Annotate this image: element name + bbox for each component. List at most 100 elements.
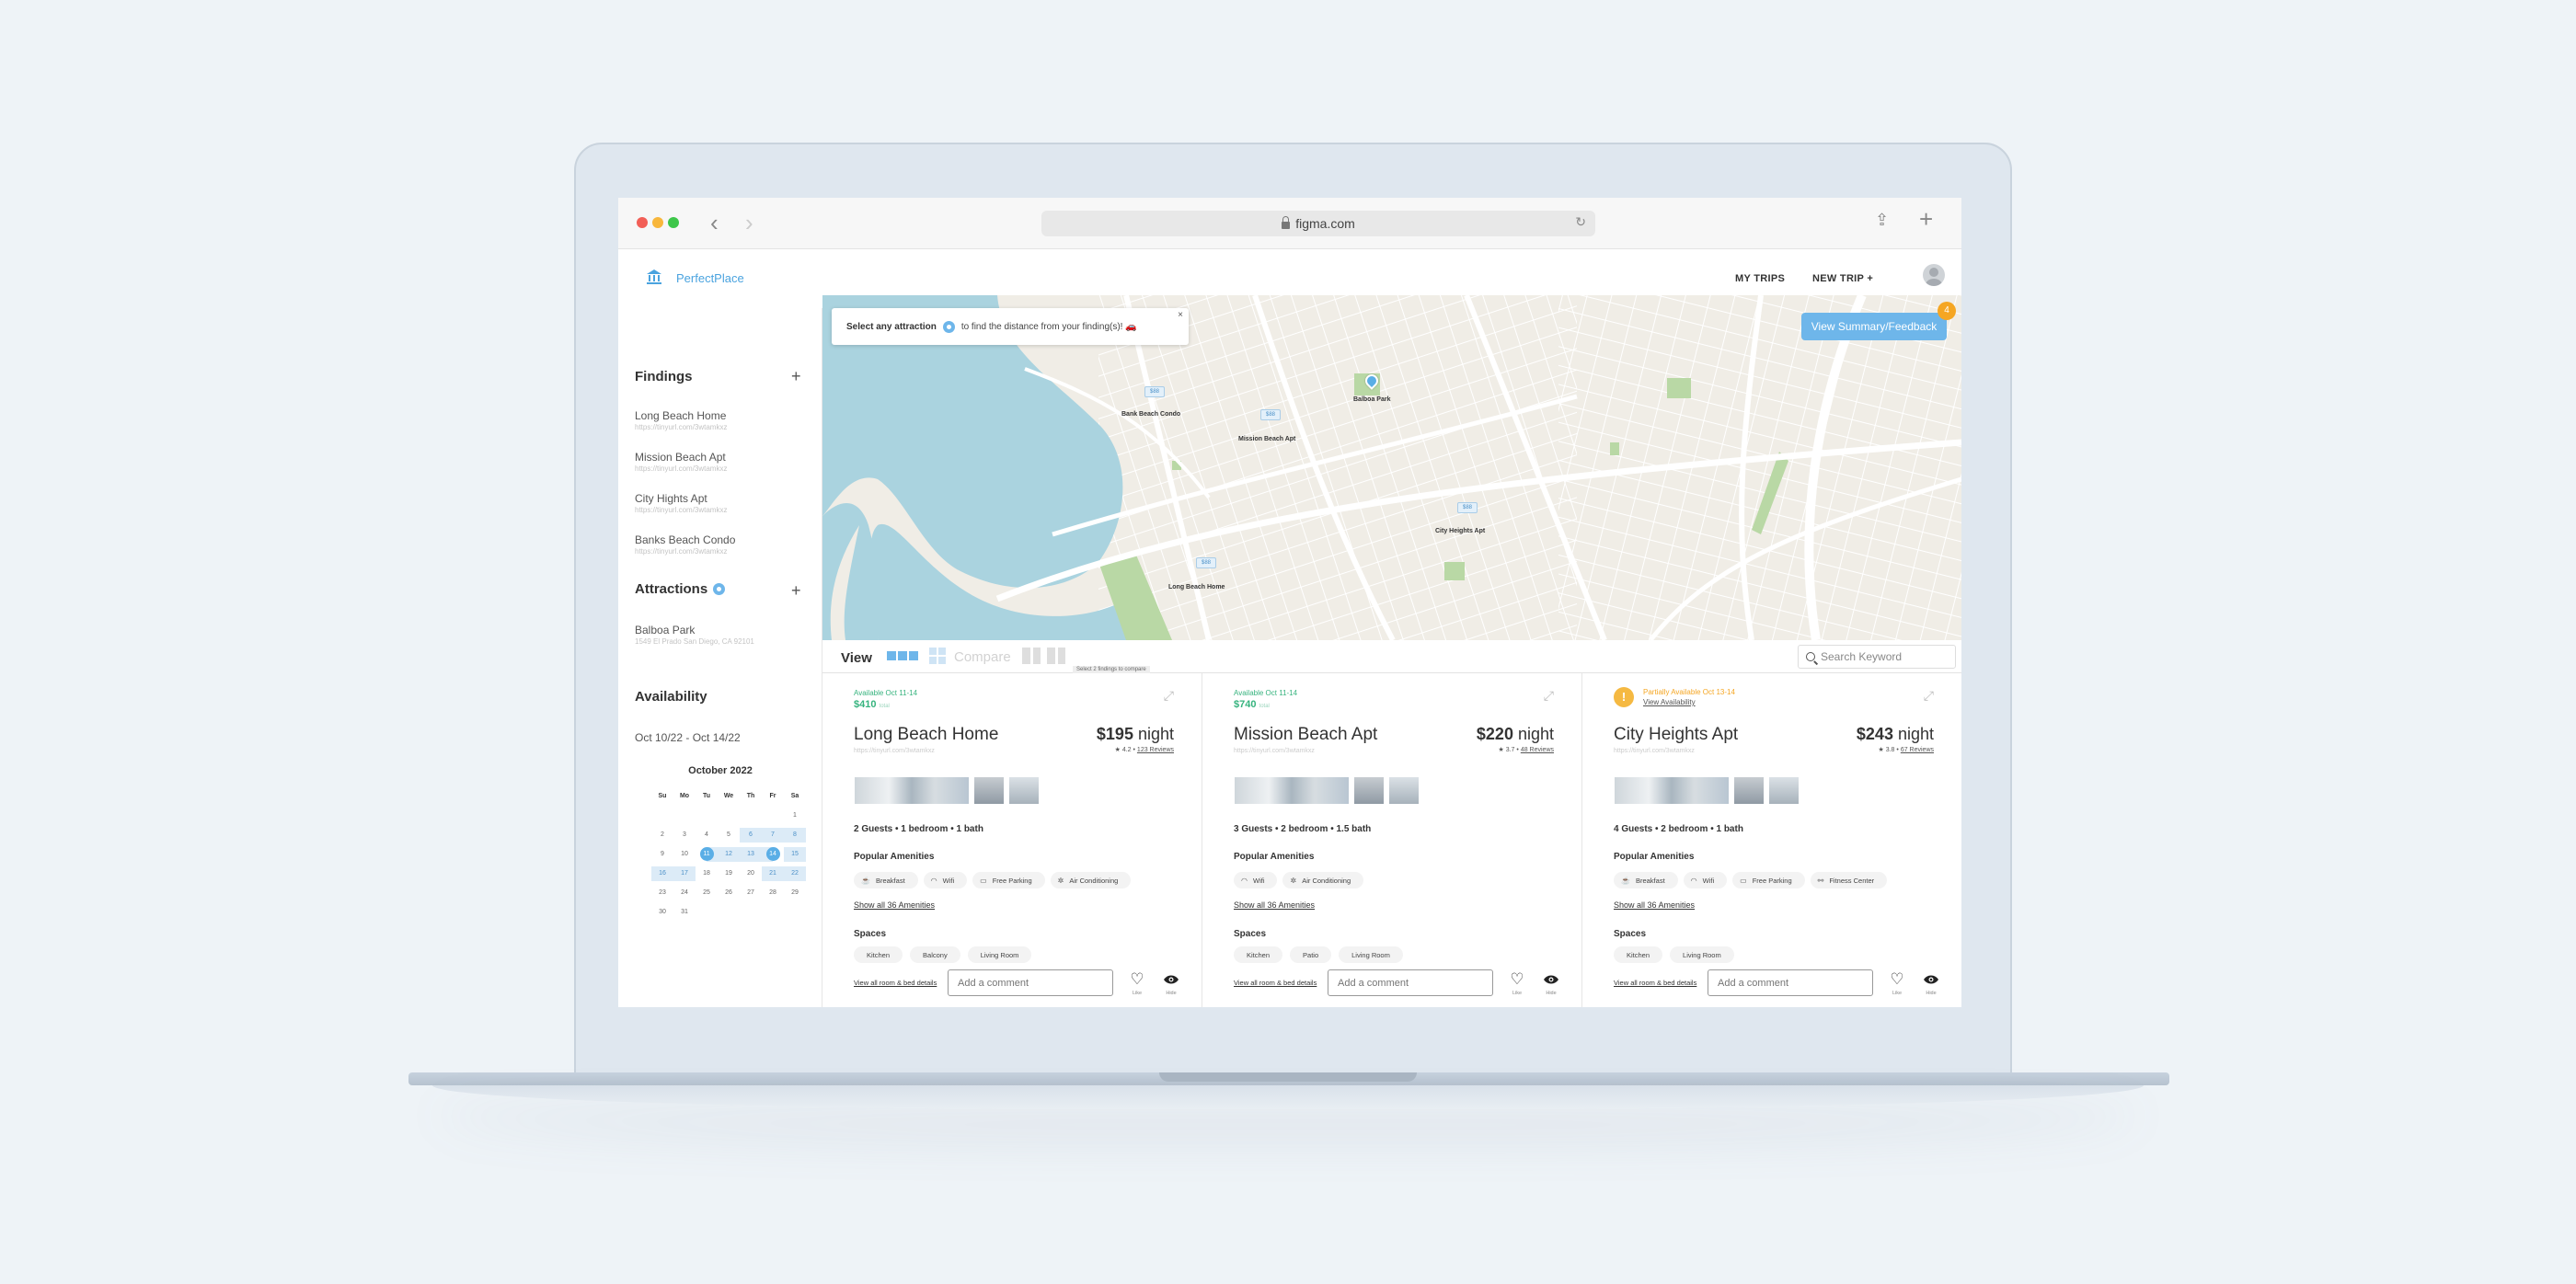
finding-title[interactable]: Mission Beach Apt bbox=[635, 451, 726, 464]
listing-title[interactable]: Mission Beach Apt bbox=[1234, 725, 1377, 745]
calendar-day[interactable]: 16 bbox=[651, 866, 673, 881]
calendar-day[interactable]: 14 bbox=[762, 846, 784, 862]
view-availability-link[interactable]: View Availability bbox=[1643, 698, 1696, 706]
calendar-day[interactable]: 11 bbox=[696, 846, 718, 862]
eye-icon[interactable] bbox=[1923, 974, 1939, 985]
calendar-day[interactable]: 2 bbox=[651, 828, 673, 843]
add-finding-plus-icon[interactable]: + bbox=[791, 367, 801, 386]
listing-photo[interactable] bbox=[1768, 776, 1800, 805]
map-canvas[interactable] bbox=[822, 295, 1961, 640]
add-attraction-plus-icon[interactable]: + bbox=[791, 581, 801, 601]
listing-url[interactable]: https://tinyurl.com/3wtamkxz bbox=[854, 748, 935, 754]
user-avatar[interactable] bbox=[1923, 264, 1945, 286]
listing-photo[interactable] bbox=[1353, 776, 1385, 805]
calendar-day[interactable]: 12 bbox=[718, 846, 740, 862]
minimize-window-button[interactable] bbox=[652, 217, 663, 228]
calendar-day[interactable]: 17 bbox=[673, 866, 696, 881]
calendar-day[interactable]: 31 bbox=[673, 905, 696, 920]
reviews-link[interactable]: 67 Reviews bbox=[1901, 747, 1934, 753]
attraction-title[interactable]: Balboa Park bbox=[635, 624, 695, 636]
share-icon[interactable]: ⇪ bbox=[1875, 211, 1889, 230]
brand-name[interactable]: PerfectPlace bbox=[676, 271, 744, 285]
calendar-day[interactable]: 23 bbox=[651, 886, 673, 900]
calendar-day[interactable]: 30 bbox=[651, 905, 673, 920]
reload-icon[interactable]: ↻ bbox=[1575, 214, 1586, 230]
calendar-day[interactable]: 13 bbox=[740, 846, 762, 862]
view-rooms-link[interactable]: View all room & bed details bbox=[1234, 979, 1329, 987]
calendar-day[interactable]: 4 bbox=[696, 828, 718, 843]
address-bar[interactable]: figma.com ↻ bbox=[1041, 211, 1595, 236]
map[interactable]: Select any attraction to find the distan… bbox=[822, 295, 1961, 640]
photo-strip[interactable] bbox=[854, 776, 1040, 805]
calendar-day[interactable]: 21 bbox=[762, 866, 784, 881]
calendar-day[interactable]: 22 bbox=[784, 866, 806, 881]
compare-split-icon[interactable] bbox=[1047, 648, 1065, 664]
view-summary-feedback-button[interactable]: View Summary/Feedback bbox=[1801, 313, 1947, 340]
calendar-day[interactable]: 3 bbox=[673, 828, 696, 843]
compare-two-icon[interactable] bbox=[1022, 648, 1041, 664]
calendar-day[interactable]: 25 bbox=[696, 886, 718, 900]
show-amenities-link[interactable]: Show all 36 Amenities bbox=[1234, 900, 1315, 910]
grid-view-icon[interactable] bbox=[929, 648, 946, 664]
listing-photo[interactable] bbox=[1388, 776, 1420, 805]
finding-title[interactable]: City Hights Apt bbox=[635, 492, 707, 505]
calendar-day-selected[interactable]: 11 bbox=[699, 846, 714, 861]
finding-title[interactable]: Long Beach Home bbox=[635, 409, 726, 422]
view-rooms-link[interactable]: View all room & bed details bbox=[1614, 979, 1709, 987]
calendar-day[interactable]: 5 bbox=[718, 828, 740, 843]
listing-photo[interactable] bbox=[1614, 776, 1730, 805]
photo-strip[interactable] bbox=[1234, 776, 1420, 805]
calendar-day[interactable]: 26 bbox=[718, 886, 740, 900]
heart-icon[interactable]: ♡ bbox=[1128, 971, 1146, 988]
heart-icon[interactable]: ♡ bbox=[1888, 971, 1906, 988]
calendar-day[interactable]: 24 bbox=[673, 886, 696, 900]
expand-icon[interactable]: ⤢ bbox=[1164, 688, 1174, 704]
listing-photo[interactable] bbox=[1733, 776, 1765, 805]
reviews-link[interactable]: 123 Reviews bbox=[1137, 747, 1174, 753]
calendar-day[interactable]: 10 bbox=[673, 847, 696, 862]
calendar-day[interactable]: 9 bbox=[651, 847, 673, 862]
show-amenities-link[interactable]: Show all 36 Amenities bbox=[854, 900, 935, 910]
eye-icon[interactable] bbox=[1163, 974, 1179, 985]
calendar-day[interactable]: 15 bbox=[784, 846, 806, 862]
map-price-pin[interactable]: $88 bbox=[1457, 502, 1478, 513]
listing-url[interactable]: https://tinyurl.com/3wtamkxz bbox=[1234, 748, 1315, 754]
calendar-day[interactable]: 29 bbox=[784, 886, 806, 900]
tooltip-close-icon[interactable]: × bbox=[1178, 310, 1183, 320]
calendar-day[interactable]: 19 bbox=[718, 866, 740, 881]
listing-photo[interactable] bbox=[854, 776, 970, 805]
comment-input[interactable] bbox=[948, 969, 1113, 996]
expand-icon[interactable]: ⤢ bbox=[1924, 688, 1934, 704]
listing-title[interactable]: Long Beach Home bbox=[854, 725, 998, 745]
map-price-pin[interactable]: $88 bbox=[1144, 386, 1165, 397]
calendar-day[interactable]: 8 bbox=[784, 827, 806, 843]
calendar-day[interactable]: 6 bbox=[740, 827, 762, 843]
photo-strip[interactable] bbox=[1614, 776, 1800, 805]
listing-photo[interactable] bbox=[1234, 776, 1350, 805]
listing-photo[interactable] bbox=[973, 776, 1005, 805]
calendar-day-selected[interactable]: 14 bbox=[765, 846, 780, 861]
new-trip-link[interactable]: NEW TRIP + bbox=[1812, 273, 1873, 284]
expand-icon[interactable]: ⤢ bbox=[1544, 688, 1554, 704]
forward-arrow-icon[interactable]: › bbox=[745, 209, 753, 236]
listing-photo[interactable] bbox=[1008, 776, 1040, 805]
calendar-day[interactable]: 1 bbox=[784, 808, 806, 823]
compare-label[interactable]: Compare bbox=[954, 649, 1011, 665]
listing-url[interactable]: https://tinyurl.com/3wtamkxz bbox=[1614, 748, 1695, 754]
calendar-day[interactable]: 7 bbox=[762, 827, 784, 843]
comment-input[interactable] bbox=[1328, 969, 1493, 996]
calendar-day[interactable]: 27 bbox=[740, 886, 762, 900]
eye-icon[interactable] bbox=[1543, 974, 1559, 985]
show-amenities-link[interactable]: Show all 36 Amenities bbox=[1614, 900, 1695, 910]
my-trips-link[interactable]: MY TRIPS bbox=[1735, 273, 1785, 284]
new-tab-icon[interactable]: + bbox=[1919, 205, 1933, 234]
back-arrow-icon[interactable]: ‹ bbox=[710, 209, 719, 236]
three-column-view-icon[interactable] bbox=[887, 651, 918, 660]
calendar-day[interactable]: 28 bbox=[762, 886, 784, 900]
reviews-link[interactable]: 48 Reviews bbox=[1521, 747, 1554, 753]
map-price-pin[interactable]: $88 bbox=[1196, 557, 1216, 568]
calendar-day[interactable]: 20 bbox=[740, 866, 762, 881]
maximize-window-button[interactable] bbox=[668, 217, 679, 228]
search-input[interactable]: Search Keyword bbox=[1798, 645, 1956, 669]
finding-title[interactable]: Banks Beach Condo bbox=[635, 533, 735, 546]
